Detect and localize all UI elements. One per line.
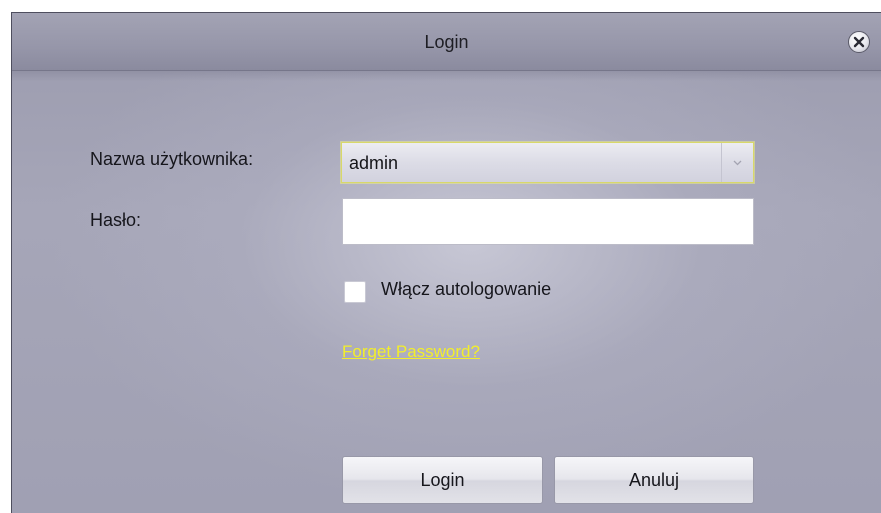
login-button[interactable]: Login — [342, 456, 543, 504]
login-dialog: Login Nazwa użytkownika: admin Hasło: Wł… — [11, 12, 881, 513]
chevron-down-icon — [733, 160, 742, 165]
autologin-checkbox[interactable] — [344, 281, 366, 303]
dialog-title: Login — [424, 32, 469, 52]
password-input[interactable] — [342, 198, 754, 245]
autologin-label[interactable]: Włącz autologowanie — [381, 279, 551, 300]
title-bar-shadow — [12, 71, 881, 81]
username-label: Nazwa użytkownika: — [90, 149, 254, 169]
close-button[interactable] — [848, 31, 870, 53]
dropdown-button[interactable] — [721, 143, 753, 182]
password-label: Hasło: — [90, 210, 142, 230]
forgot-password-link[interactable]: Forget Password? — [342, 342, 480, 362]
title-bar[interactable]: Login — [12, 13, 881, 71]
close-icon — [853, 36, 865, 48]
username-value: admin — [349, 153, 399, 173]
username-combobox[interactable]: admin — [341, 142, 754, 183]
cancel-button[interactable]: Anuluj — [554, 456, 754, 504]
